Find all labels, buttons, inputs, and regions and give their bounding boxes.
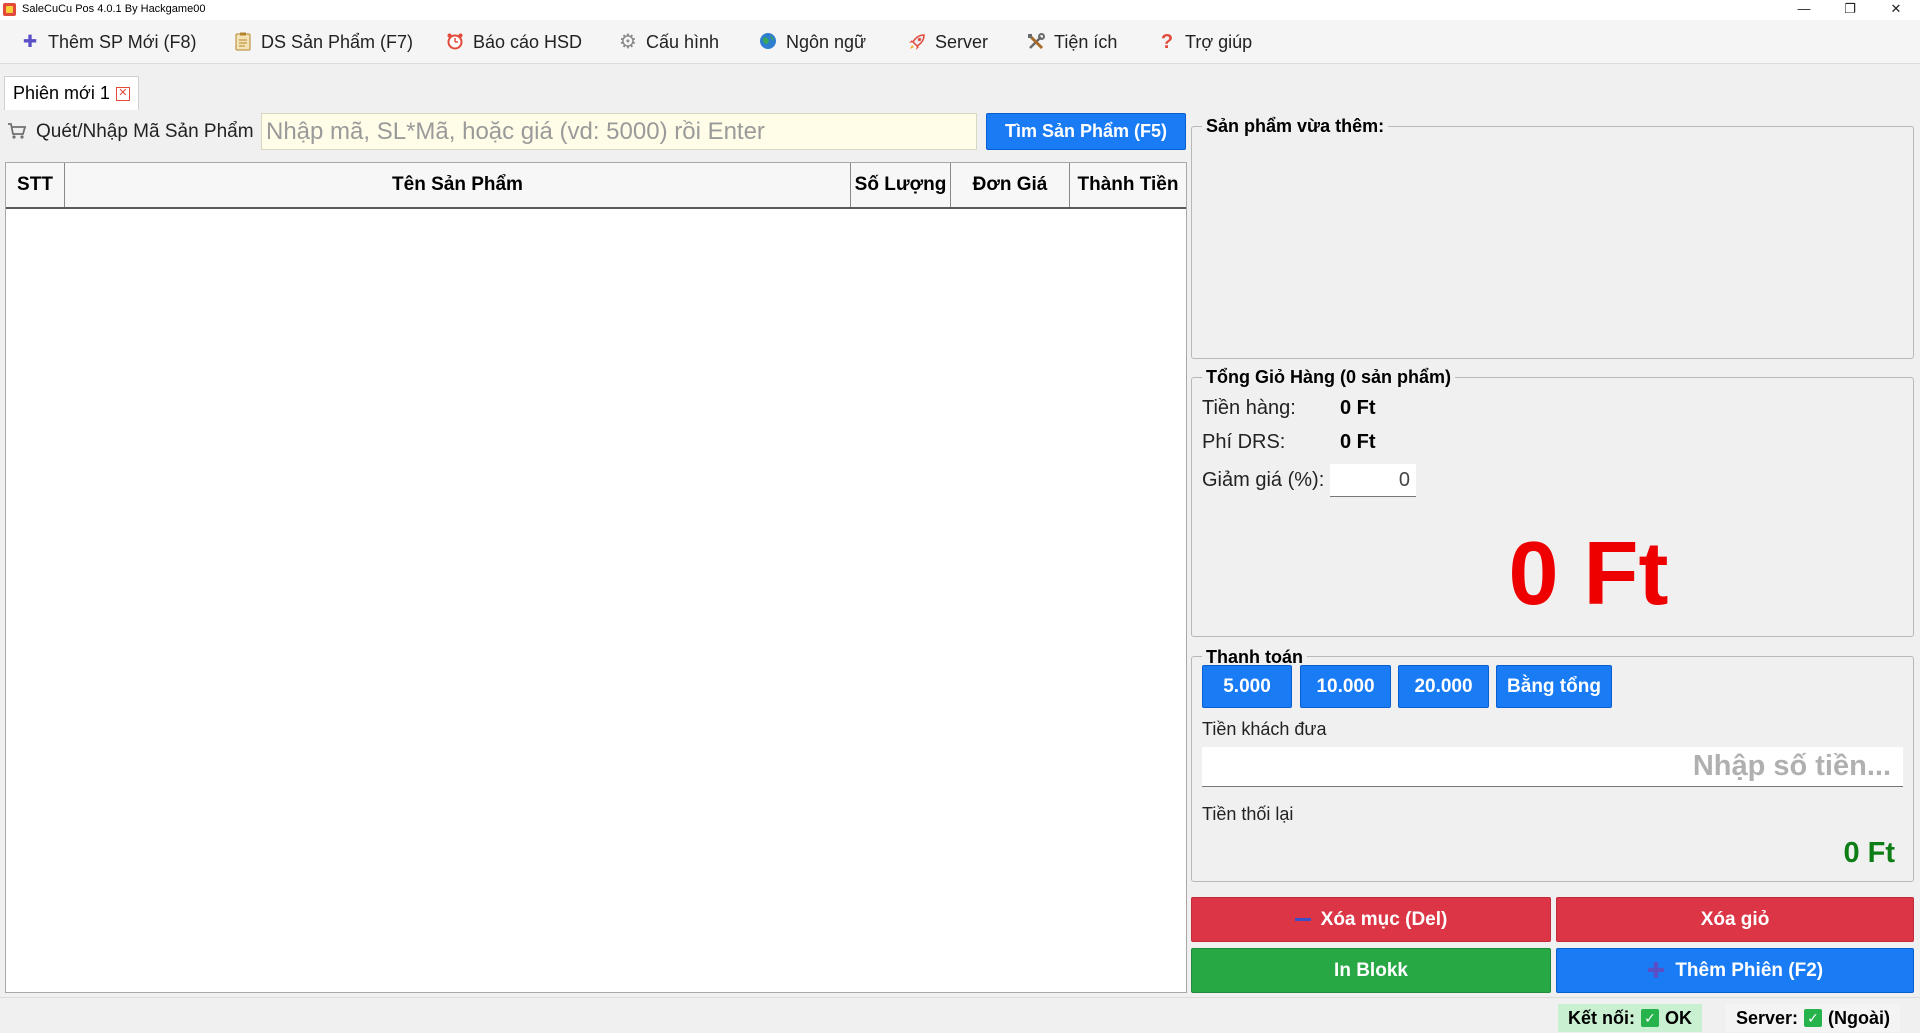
find-product-button[interactable]: Tìm Sản Phẩm (F5): [986, 113, 1186, 150]
print-receipt-label: In Blokk: [1334, 960, 1408, 981]
tab-label: Phiên mới 1: [13, 83, 110, 103]
connection-value: OK: [1665, 1008, 1692, 1028]
tab-session-1[interactable]: Phiên mới 1 ✕: [4, 76, 139, 110]
alarm-clock-icon: [445, 32, 465, 52]
menu-label: Server: [935, 32, 989, 52]
plus-icon: ✚: [1646, 958, 1666, 983]
cart-summary-title: Tổng Giỏ Hàng (0 sản phẩm): [1202, 367, 1456, 388]
new-session-label: Thêm Phiên (F2): [1675, 960, 1824, 981]
close-window-button[interactable]: ✕: [1873, 0, 1919, 20]
server-value: (Ngoài): [1828, 1008, 1891, 1028]
delete-item-label: Xóa mục (Del): [1320, 909, 1448, 930]
minimize-button[interactable]: —: [1781, 0, 1827, 20]
menu-bar: ✚ Thêm SP Mới (F8) DS Sản Phẩm (F7) Báo …: [0, 20, 1920, 64]
menu-settings[interactable]: ⚙ Cấu hình: [618, 20, 719, 64]
clear-cart-button[interactable]: Xóa giỏ: [1556, 897, 1914, 942]
menu-add-product[interactable]: ✚ Thêm SP Mới (F8): [20, 20, 197, 64]
cart-table[interactable]: STT Tên Sản Phẩm Số Lượng Đơn Giá Thành …: [5, 162, 1187, 993]
menu-label: Ngôn ngữ: [786, 32, 867, 52]
menu-product-list[interactable]: DS Sản Phẩm (F7): [233, 20, 413, 64]
column-header-name[interactable]: Tên Sản Phẩm: [65, 163, 851, 207]
subtotal-value: 0 Ft: [1340, 397, 1376, 419]
payment-panel: Thanh toán 5.000 10.000 20.000 Bằng tổng…: [1191, 647, 1914, 882]
status-bar: Kết nối: ✓ OK Server: ✓ (Ngoài): [0, 997, 1920, 1033]
check-icon: ✓: [1641, 1009, 1659, 1027]
subtotal-label: Tiền hàng:: [1202, 397, 1296, 419]
close-icon[interactable]: ✕: [115, 86, 130, 101]
cash-given-label: Tiền khách đưa: [1202, 719, 1327, 739]
cart-summary-panel: Tổng Giỏ Hàng (0 sản phẩm) Tiền hàng: 0 …: [1191, 367, 1914, 637]
clear-cart-label: Xóa giỏ: [1700, 909, 1770, 930]
menu-language[interactable]: Ngôn ngữ: [758, 20, 866, 64]
drs-fee-label: Phí DRS:: [1202, 431, 1286, 453]
cash-given-input[interactable]: [1202, 747, 1903, 787]
clipboard-icon: [233, 32, 253, 52]
column-header-total[interactable]: Thành Tiền: [1070, 163, 1186, 207]
change-value: 0 Ft: [1843, 837, 1895, 869]
change-label: Tiền thối lại: [1202, 804, 1294, 824]
restore-button[interactable]: ❐: [1827, 0, 1873, 20]
recent-products-title: Sản phẩm vừa thêm:: [1202, 116, 1389, 137]
menu-label: Cấu hình: [646, 32, 720, 52]
menu-label: Trợ giúp: [1185, 32, 1253, 52]
grand-total: 0 Ft: [1508, 524, 1669, 624]
delete-item-button[interactable]: Xóa mục (Del): [1191, 897, 1551, 942]
menu-expiry-report[interactable]: Báo cáo HSD: [445, 20, 582, 64]
menu-help[interactable]: ? Trợ giúp: [1157, 20, 1252, 64]
recent-products-panel: Sản phẩm vừa thêm:: [1191, 116, 1914, 359]
quick-pay-5000-button[interactable]: 5.000: [1202, 665, 1292, 708]
app-logo-icon: [3, 3, 16, 16]
scan-label: Quét/Nhập Mã Sản Phẩm: [36, 121, 254, 142]
server-label: Server:: [1736, 1008, 1799, 1028]
new-session-button[interactable]: ✚ Thêm Phiên (F2): [1556, 948, 1914, 993]
menu-label: DS Sản Phẩm (F7): [261, 32, 414, 52]
gear-icon: ⚙: [619, 31, 637, 53]
plus-icon: ✚: [22, 32, 38, 51]
globe-icon: [758, 32, 778, 52]
server-status: Server: ✓ (Ngoài): [1726, 1004, 1901, 1032]
menu-label: Tiện ích: [1054, 32, 1118, 52]
drs-fee-value: 0 Ft: [1340, 431, 1376, 453]
column-header-stt[interactable]: STT: [6, 163, 65, 207]
column-header-quantity[interactable]: Số Lượng: [851, 163, 951, 207]
product-code-input[interactable]: [261, 113, 977, 150]
title-bar: SaleCuCu Pos 4.0.1 By Hackgame00 — ❐ ✕: [0, 0, 1920, 20]
quick-pay-10000-button[interactable]: 10.000: [1300, 665, 1391, 708]
minus-icon: [1294, 918, 1311, 921]
rocket-icon: [907, 32, 927, 52]
menu-server[interactable]: Server: [907, 20, 988, 64]
window-title: SaleCuCu Pos 4.0.1 By Hackgame00: [22, 3, 206, 15]
menu-label: Thêm SP Mới (F8): [48, 32, 197, 52]
print-receipt-button[interactable]: In Blokk: [1191, 948, 1551, 993]
session-tab-strip: Phiên mới 1 ✕: [0, 64, 1920, 110]
column-header-unit-price[interactable]: Đơn Giá: [951, 163, 1070, 207]
pay-exact-total-button[interactable]: Bằng tổng: [1496, 665, 1612, 708]
quick-pay-20000-button[interactable]: 20.000: [1398, 665, 1489, 708]
cart-icon: [7, 122, 27, 140]
question-icon: ?: [1160, 31, 1174, 53]
menu-label: Báo cáo HSD: [473, 32, 583, 52]
connection-label: Kết nối:: [1568, 1008, 1635, 1028]
tools-icon: [1026, 32, 1046, 52]
table-header: STT Tên Sản Phẩm Số Lượng Đơn Giá Thành …: [6, 163, 1186, 209]
check-icon: ✓: [1804, 1009, 1823, 1027]
discount-label: Giảm giá (%):: [1202, 469, 1325, 491]
discount-input[interactable]: [1330, 464, 1416, 497]
connection-status: Kết nối: ✓ OK: [1558, 1004, 1702, 1032]
menu-utilities[interactable]: Tiện ích: [1026, 20, 1117, 64]
